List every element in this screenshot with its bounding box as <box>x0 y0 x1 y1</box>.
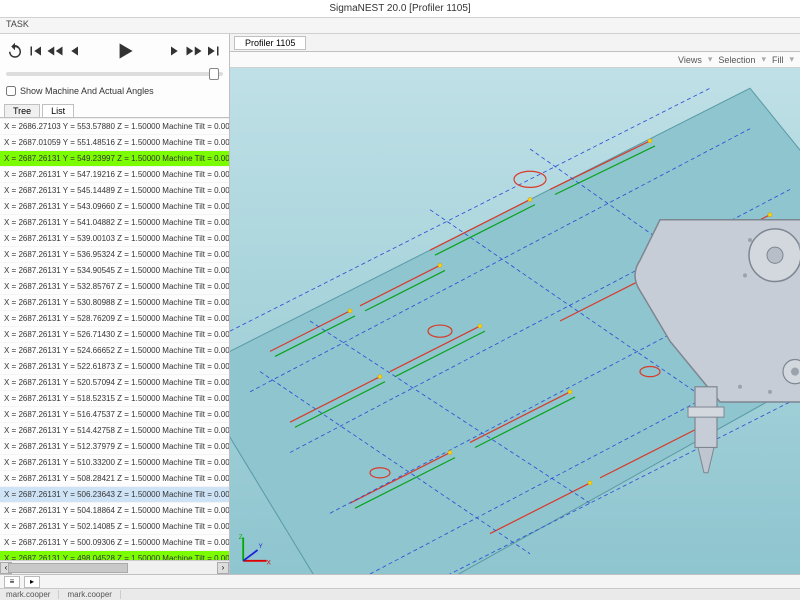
fast-fwd-button[interactable] <box>185 42 203 60</box>
coord-row[interactable]: X = 2687.26131 Y = 518.52315 Z = 1.50000… <box>0 391 229 407</box>
bottom-tab-1[interactable]: ≡ <box>4 576 20 588</box>
coord-row[interactable]: X = 2687.01059 Y = 551.48516 Z = 1.50000… <box>0 135 229 151</box>
coord-row[interactable]: X = 2687.26131 Y = 536.95324 Z = 1.50000… <box>0 247 229 263</box>
show-angles-checkbox[interactable] <box>6 86 16 96</box>
viewport-panel: Profiler 1105 Views▾ Selection▾ Fill▾ <box>230 34 800 574</box>
bottom-tab-strip: ≡ ▸ <box>0 574 800 588</box>
coord-row[interactable]: X = 2687.26131 Y = 541.04882 Z = 1.50000… <box>0 215 229 231</box>
bottom-tab-play[interactable]: ▸ <box>24 576 40 588</box>
simulation-panel: Show Machine And Actual Angles Tree List… <box>0 34 230 574</box>
coord-row[interactable]: X = 2687.26131 Y = 502.14085 Z = 1.50000… <box>0 519 229 535</box>
coord-row[interactable]: X = 2687.26131 Y = 528.76209 Z = 1.50000… <box>0 311 229 327</box>
coord-row[interactable]: X = 2687.26131 Y = 508.28421 Z = 1.50000… <box>0 471 229 487</box>
fill-menu[interactable]: Fill <box>768 55 788 65</box>
coord-row[interactable]: X = 2687.26131 Y = 524.66652 Z = 1.50000… <box>0 343 229 359</box>
skip-end-button[interactable] <box>205 42 223 60</box>
step-fwd-button[interactable] <box>165 42 183 60</box>
coord-row[interactable]: X = 2687.26131 Y = 504.18864 Z = 1.50000… <box>0 503 229 519</box>
status-user-2: mark.cooper <box>67 590 120 599</box>
selection-menu[interactable]: Selection <box>714 55 759 65</box>
coord-row[interactable]: X = 2687.26131 Y = 532.85767 Z = 1.50000… <box>0 279 229 295</box>
viewport-toolbar: Views▾ Selection▾ Fill▾ <box>230 52 800 68</box>
svg-text:Y: Y <box>259 543 264 550</box>
coord-row[interactable]: X = 2687.26131 Y = 512.37979 Z = 1.50000… <box>0 439 229 455</box>
viewport-tab[interactable]: Profiler 1105 <box>234 36 306 50</box>
ribbon-task-label: TASK <box>6 19 29 29</box>
views-menu[interactable]: Views <box>674 55 706 65</box>
slider-thumb[interactable] <box>209 68 219 80</box>
coord-row[interactable]: X = 2687.26131 Y = 530.80988 Z = 1.50000… <box>0 295 229 311</box>
tab-tree[interactable]: Tree <box>4 104 40 117</box>
ribbon-task-tab[interactable]: TASK <box>0 18 800 34</box>
coordinate-list[interactable]: X = 2686.27103 Y = 553.57880 Z = 1.50000… <box>0 118 229 560</box>
axis-gizmo-icon: X Z Y <box>236 532 272 568</box>
status-user-1: mark.cooper <box>6 590 59 599</box>
coord-row[interactable]: X = 2687.26131 Y = 510.33200 Z = 1.50000… <box>0 455 229 471</box>
window-titlebar: SigmaNEST 20.0 [Profiler 1105] <box>0 0 800 18</box>
coord-row[interactable]: X = 2687.26131 Y = 522.61873 Z = 1.50000… <box>0 359 229 375</box>
coord-row[interactable]: X = 2687.26131 Y = 539.00103 Z = 1.50000… <box>0 231 229 247</box>
coord-row[interactable]: X = 2687.26131 Y = 520.57094 Z = 1.50000… <box>0 375 229 391</box>
rewind-button[interactable] <box>46 42 64 60</box>
playback-slider[interactable] <box>0 68 229 82</box>
coord-row[interactable]: X = 2686.27103 Y = 553.57880 Z = 1.50000… <box>0 119 229 135</box>
coord-row[interactable]: X = 2687.26131 Y = 498.04528 Z = 1.50000… <box>0 551 229 560</box>
coord-row[interactable]: X = 2687.26131 Y = 534.90545 Z = 1.50000… <box>0 263 229 279</box>
svg-text:X: X <box>267 559 272 566</box>
window-title: SigmaNEST 20.0 [Profiler 1105] <box>329 3 470 14</box>
step-back-button[interactable] <box>66 42 84 60</box>
3d-viewport[interactable]: X Z Y <box>230 68 800 574</box>
skip-start-button[interactable] <box>26 42 44 60</box>
left-tabs: Tree List <box>0 100 229 118</box>
coord-row[interactable]: X = 2687.26131 Y = 526.71430 Z = 1.50000… <box>0 327 229 343</box>
coord-row[interactable]: X = 2687.26131 Y = 547.19216 Z = 1.50000… <box>0 167 229 183</box>
coord-row[interactable]: X = 2687.26131 Y = 543.09660 Z = 1.50000… <box>0 199 229 215</box>
coord-row[interactable]: X = 2687.26131 Y = 516.47537 Z = 1.50000… <box>0 407 229 423</box>
status-bar: mark.cooper mark.cooper <box>0 588 800 600</box>
show-angles-label: Show Machine And Actual Angles <box>20 86 154 96</box>
loop-button[interactable] <box>6 42 24 60</box>
coord-row[interactable]: X = 2687.26131 Y = 500.09306 Z = 1.50000… <box>0 535 229 551</box>
nest-scene <box>230 68 800 574</box>
coord-row[interactable]: X = 2687.26131 Y = 545.14489 Z = 1.50000… <box>0 183 229 199</box>
play-button[interactable] <box>112 38 138 64</box>
coord-row[interactable]: X = 2687.26131 Y = 549.23997 Z = 1.50000… <box>0 151 229 167</box>
tab-list[interactable]: List <box>42 104 74 117</box>
list-hscrollbar[interactable]: ‹ › <box>0 560 229 574</box>
scroll-thumb[interactable] <box>8 563 128 573</box>
coord-row[interactable]: X = 2687.26131 Y = 514.42758 Z = 1.50000… <box>0 423 229 439</box>
svg-text:Z: Z <box>239 534 243 541</box>
playback-controls <box>0 34 229 68</box>
scroll-right-arrow[interactable]: › <box>217 562 229 574</box>
coord-row[interactable]: X = 2687.26131 Y = 506.23643 Z = 1.50000… <box>0 487 229 503</box>
